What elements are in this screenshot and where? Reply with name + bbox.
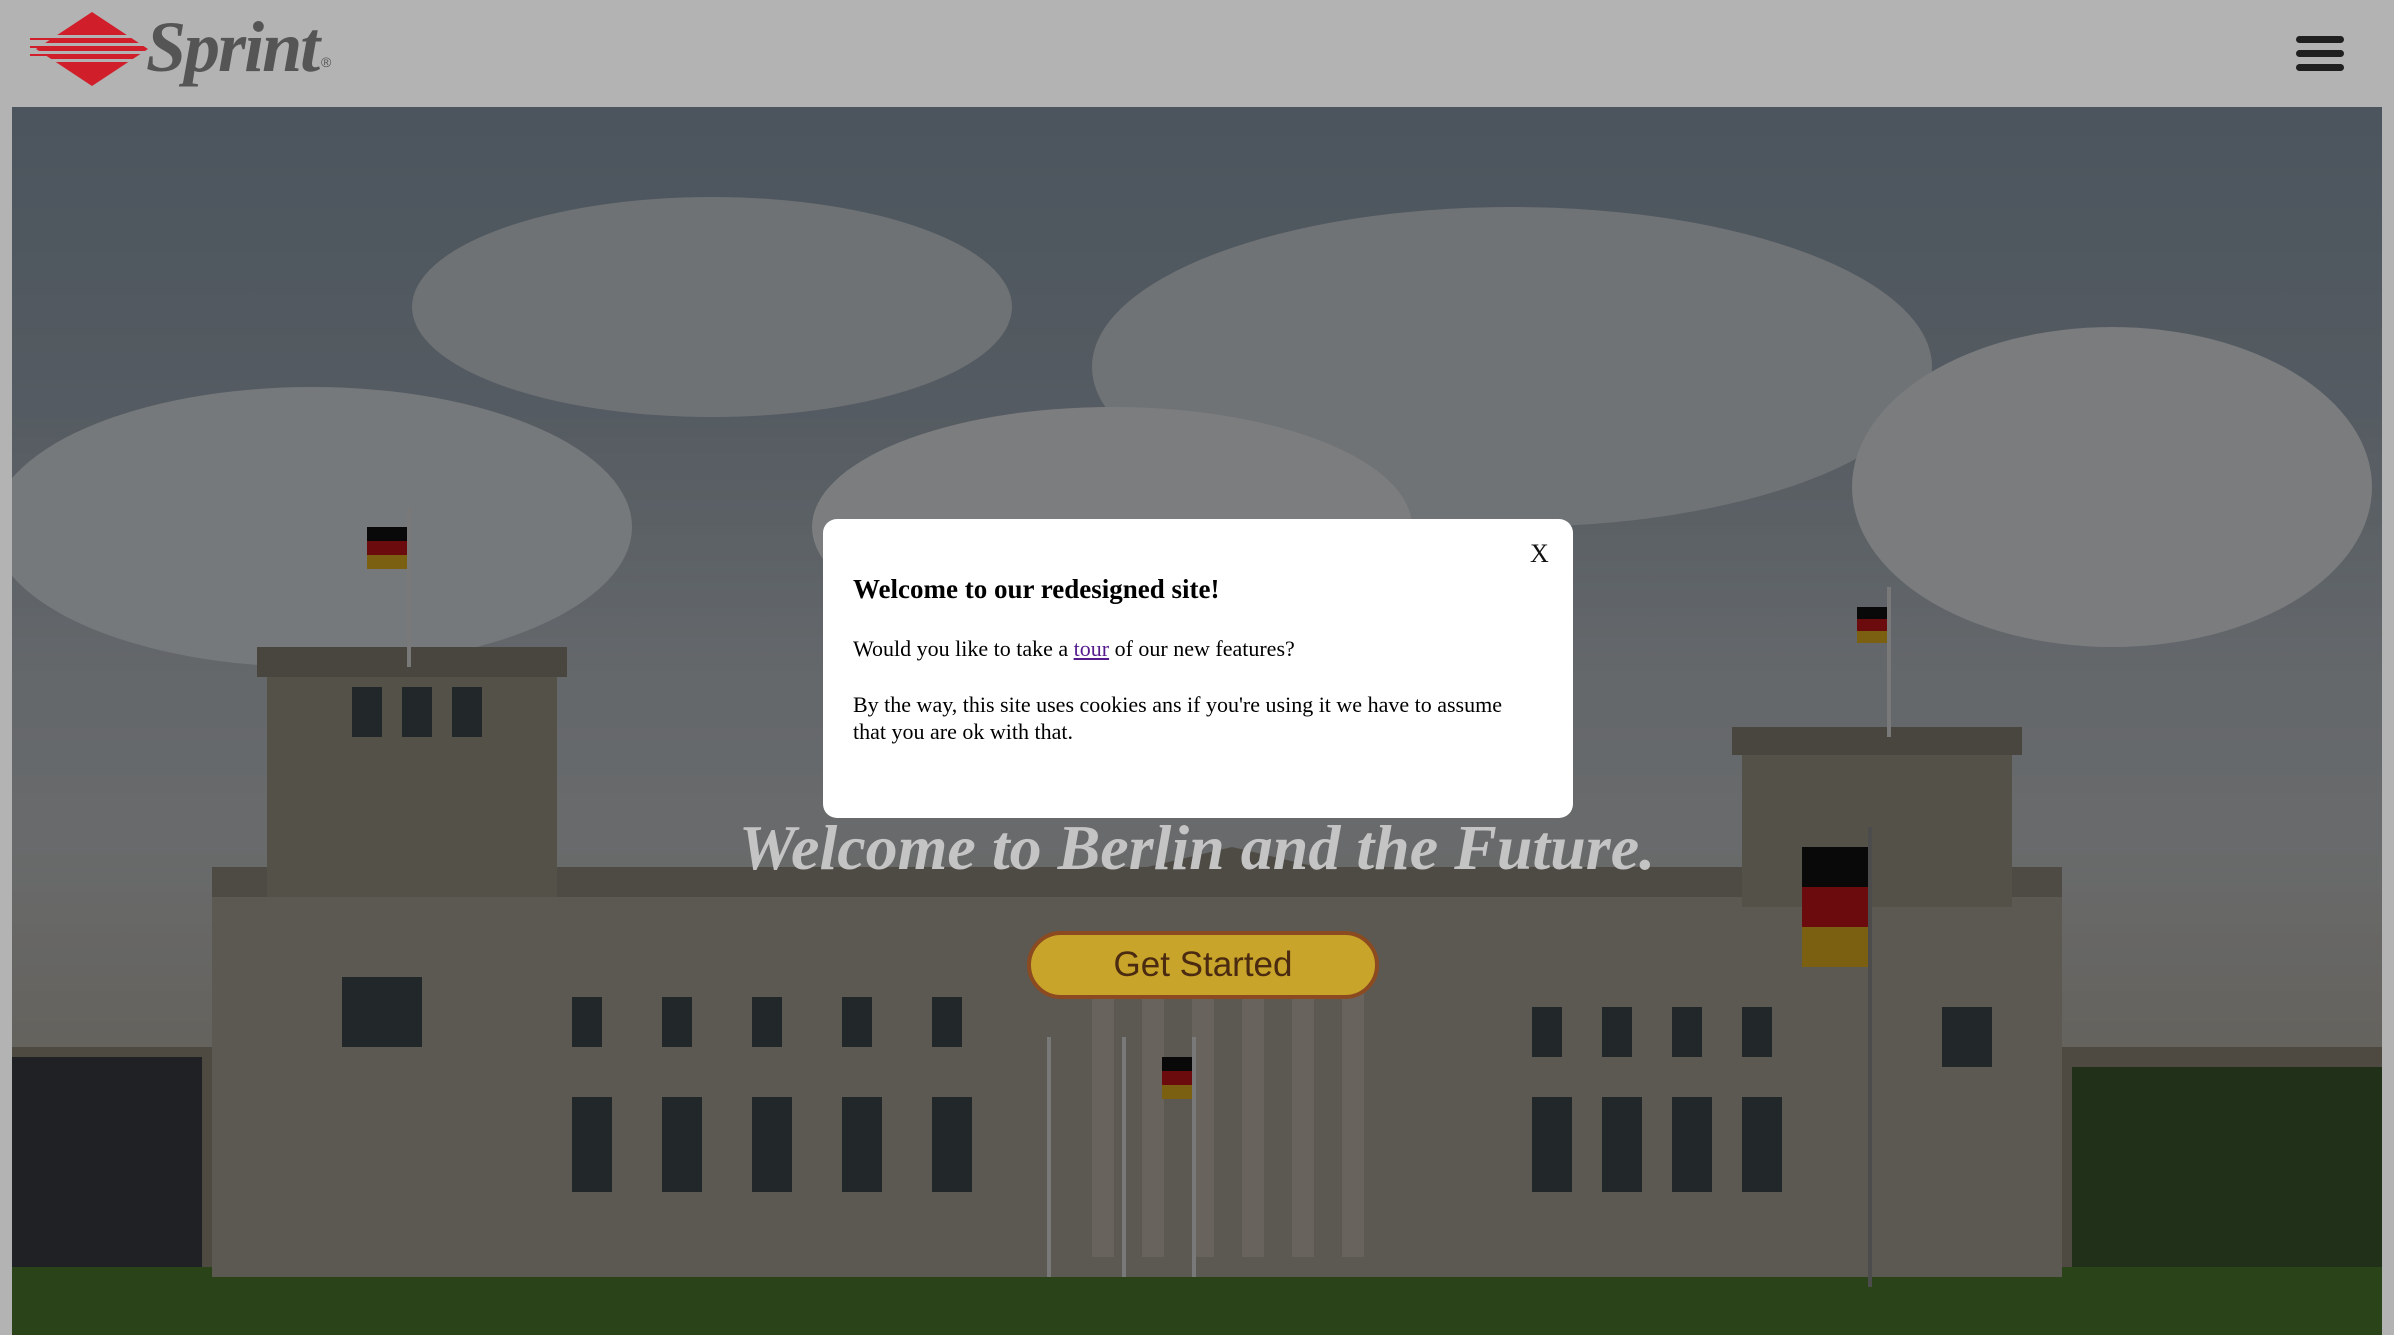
hero-title: Welcome to Berlin and the Future. bbox=[738, 812, 1656, 883]
sprint-logo[interactable]: Sprint ® bbox=[30, 7, 350, 87]
tour-link[interactable]: tour bbox=[1074, 636, 1109, 661]
hamburger-menu-icon[interactable] bbox=[2296, 34, 2346, 74]
tour-suffix: of our new features? bbox=[1109, 636, 1295, 661]
get-started-button[interactable]: Get Started bbox=[1027, 931, 1379, 999]
registered-mark: ® bbox=[321, 54, 332, 70]
tour-prefix: Would you like to take a bbox=[853, 636, 1074, 661]
modal-title: Welcome to our redesigned site! bbox=[853, 574, 1220, 604]
close-icon[interactable]: X bbox=[1530, 539, 1549, 569]
tour-prompt: Would you like to take a tour of our new… bbox=[853, 636, 1295, 662]
site-header: Sprint ® bbox=[0, 0, 2394, 107]
sprint-diamond-icon bbox=[30, 12, 150, 86]
cookie-notice: By the way, this site uses cookies ans i… bbox=[853, 692, 1502, 744]
welcome-modal: X Welcome to our redesigned site! Would … bbox=[823, 519, 1573, 818]
logo-wordmark: Sprint bbox=[146, 7, 320, 87]
